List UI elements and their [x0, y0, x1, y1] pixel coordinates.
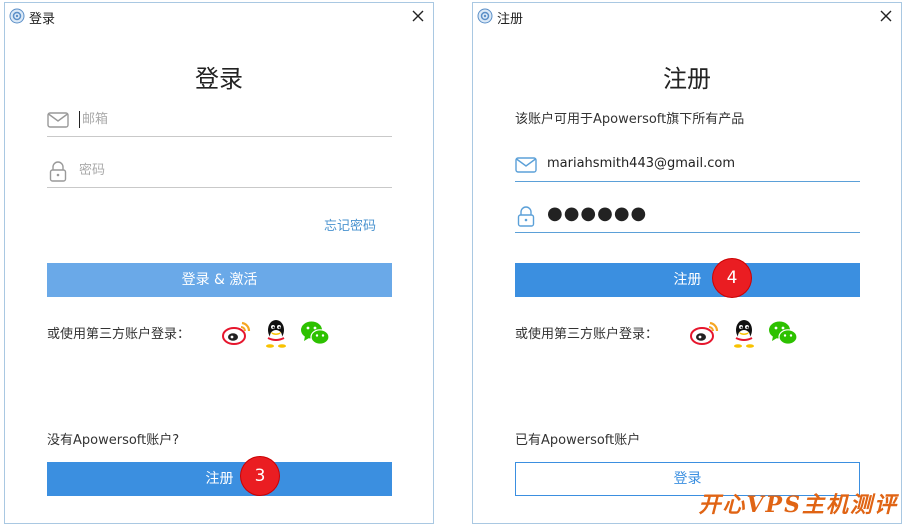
forgot-password-link[interactable]: 忘记密码: [324, 215, 376, 234]
wechat-icon[interactable]: [299, 317, 331, 349]
close-icon[interactable]: [409, 7, 427, 25]
login-heading: 登录: [195, 65, 243, 93]
step-badge-4: 4: [713, 259, 751, 297]
register-email-value[interactable]: mariahsmith443@gmail.com: [547, 156, 735, 171]
app-logo-icon: [9, 8, 25, 24]
envelope-icon: [47, 112, 69, 128]
login-titlebar: 登录: [5, 3, 433, 29]
register-window-title: 注册: [497, 12, 524, 27]
email-input[interactable]: [82, 107, 382, 131]
app-logo-icon: [477, 8, 493, 24]
register-window: 注册 注册 该账户可用于Apowersoft旗下所有产品 mariahsmith…: [472, 2, 902, 524]
close-icon[interactable]: [877, 7, 895, 25]
qq-icon[interactable]: [728, 317, 760, 349]
have-account-text: 已有Apowersoft账户: [515, 433, 641, 448]
register-heading: 注册: [663, 65, 711, 93]
third-party-login-label: 或使用第三方账户登录：: [515, 327, 659, 342]
login-window-title: 登录: [29, 12, 56, 27]
lock-icon: [49, 161, 67, 182]
register-submit-button[interactable]: 注册: [515, 263, 860, 297]
text-caret: [79, 111, 80, 128]
watermark: 开心VPS主机测评: [698, 492, 898, 518]
lock-icon: [517, 206, 535, 227]
step-badge-3: 3: [241, 457, 279, 495]
no-account-text: 没有Apowersoft账户?: [47, 433, 180, 448]
login-window: 登录 登录 忘记密码 登录 & 激活 或使用第三方账户登录：: [4, 2, 434, 524]
qq-icon[interactable]: [260, 317, 292, 349]
login-activate-button[interactable]: 登录 & 激活: [47, 263, 392, 297]
third-party-login-label: 或使用第三方账户登录：: [47, 327, 191, 342]
register-password-value[interactable]: ●●●●●●: [547, 203, 647, 224]
account-description: 该账户可用于Apowersoft旗下所有产品: [515, 112, 745, 127]
password-field[interactable]: [47, 154, 392, 188]
register-button[interactable]: 注册: [47, 462, 392, 496]
register-titlebar: 注册: [473, 3, 901, 29]
register-password-field[interactable]: ●●●●●●: [515, 199, 860, 233]
weibo-icon[interactable]: [688, 317, 720, 349]
password-input[interactable]: [79, 158, 379, 182]
email-field[interactable]: [47, 103, 392, 137]
wechat-icon[interactable]: [767, 317, 799, 349]
weibo-icon[interactable]: [220, 317, 252, 349]
register-email-field[interactable]: mariahsmith443@gmail.com: [515, 148, 860, 182]
envelope-icon: [515, 157, 537, 173]
